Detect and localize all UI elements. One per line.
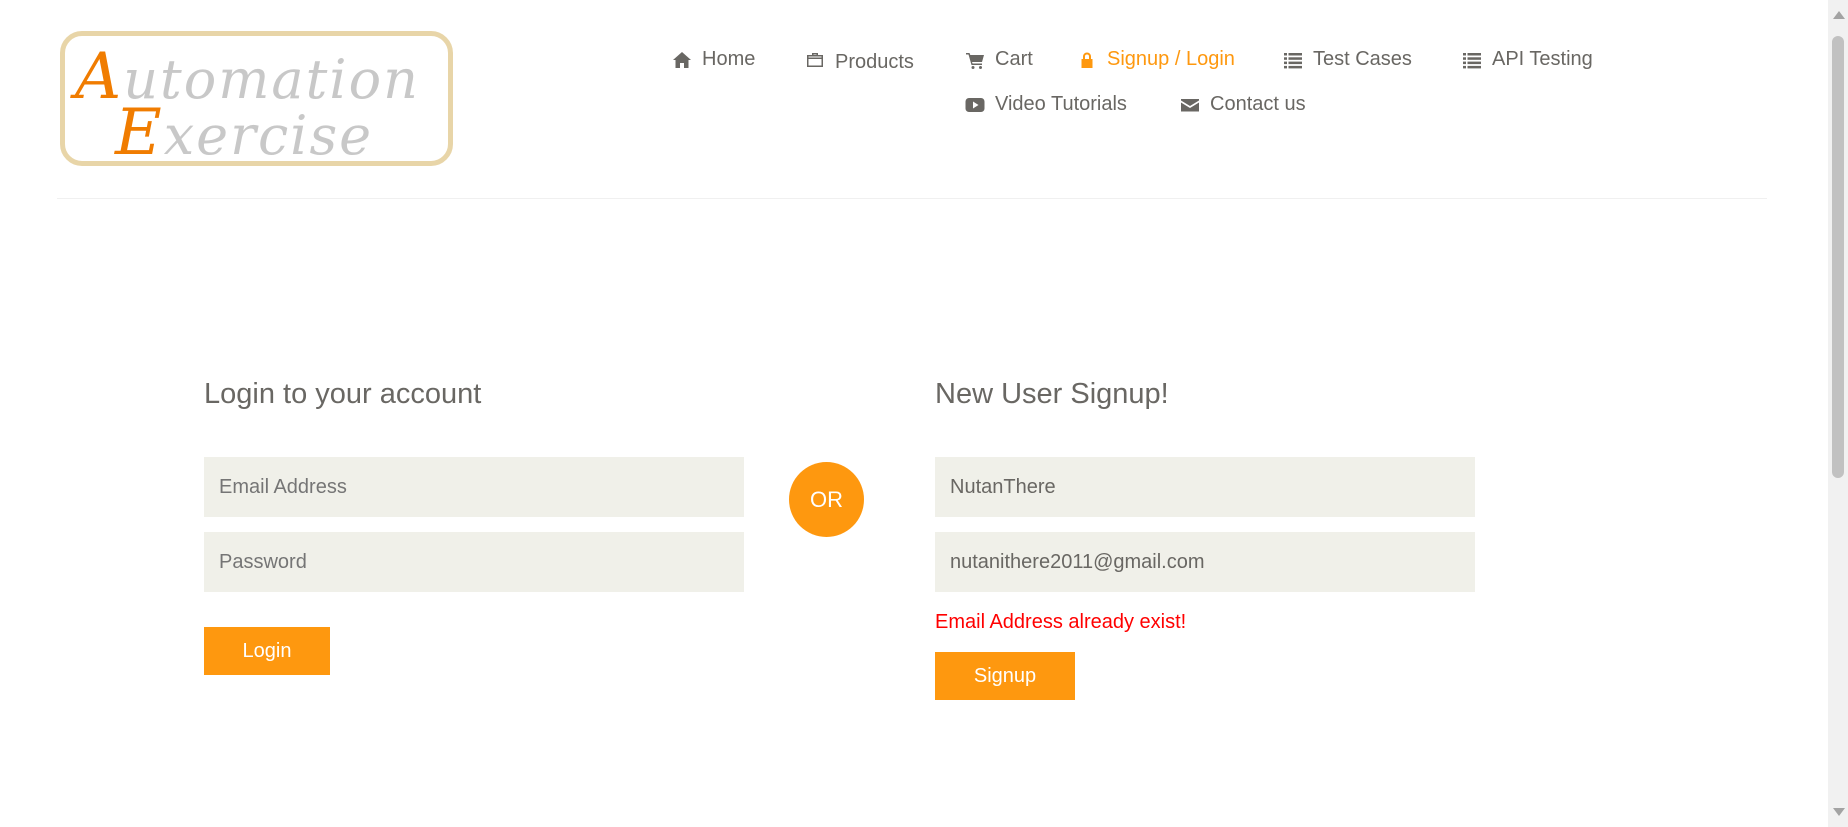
site-logo[interactable]: Automation Exercise	[60, 31, 453, 170]
signup-title: New User Signup!	[935, 378, 1169, 410]
nav-home[interactable]: Home	[672, 48, 755, 71]
login-title: Login to your account	[204, 378, 482, 410]
nav-cart[interactable]: Cart	[965, 48, 1033, 71]
header-divider	[57, 198, 1767, 199]
login-email-input[interactable]	[204, 457, 744, 517]
page-scrollbar[interactable]	[1828, 0, 1848, 827]
or-divider: OR	[789, 462, 864, 537]
cart-icon	[965, 50, 985, 70]
signup-name-input[interactable]	[935, 457, 1475, 517]
nav-home-label: Home	[702, 48, 756, 70]
home-icon	[672, 50, 692, 70]
signup-error-message: Email Address already exist!	[935, 611, 1187, 633]
nav-api-testing-label: API Testing	[1492, 48, 1593, 70]
list-icon	[1462, 50, 1482, 70]
nav-products[interactable]: Products	[805, 48, 914, 73]
nav-video-tutorials[interactable]: Video Tutorials	[965, 93, 1127, 116]
nav-contact-us[interactable]: Contact us	[1180, 93, 1306, 116]
nav-contact-us-label: Contact us	[1210, 93, 1306, 115]
lock-icon	[1077, 50, 1097, 70]
login-button[interactable]: Login	[204, 627, 330, 675]
login-password-input[interactable]	[204, 532, 744, 592]
scroll-thumb[interactable]	[1832, 36, 1844, 478]
nav-video-tutorials-label: Video Tutorials	[995, 93, 1127, 115]
nav-api-testing[interactable]: API Testing	[1462, 48, 1593, 71]
list-icon	[1283, 50, 1303, 70]
nav-cart-label: Cart	[995, 48, 1033, 70]
youtube-icon	[965, 95, 985, 115]
nav-test-cases[interactable]: Test Cases	[1283, 48, 1412, 71]
briefcase-icon	[805, 50, 825, 70]
scroll-up-arrow[interactable]	[1833, 11, 1845, 19]
signup-button[interactable]: Signup	[935, 652, 1075, 700]
scroll-down-arrow[interactable]	[1833, 808, 1845, 816]
nav-test-cases-label: Test Cases	[1313, 48, 1412, 70]
signup-email-input[interactable]	[935, 532, 1475, 592]
nav-signup-login[interactable]: Signup / Login	[1077, 48, 1235, 71]
nav-signup-login-label: Signup / Login	[1107, 48, 1235, 70]
nav-products-label: Products	[835, 51, 914, 73]
logo-line-2: Exercise	[115, 96, 374, 170]
envelope-icon	[1180, 95, 1200, 115]
